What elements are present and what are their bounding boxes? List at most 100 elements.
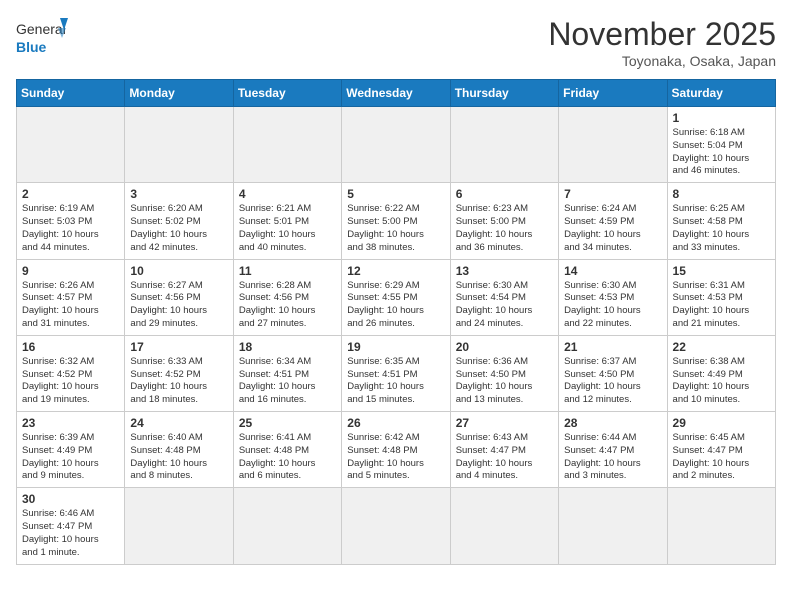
- day-number: 30: [22, 492, 119, 506]
- page-header: General Blue November 2025 Toyonaka, Osa…: [16, 16, 776, 69]
- day-number: 29: [673, 416, 770, 430]
- calendar-cell: [233, 488, 341, 564]
- day-info: Sunrise: 6:46 AM Sunset: 4:47 PM Dayligh…: [22, 508, 119, 559]
- calendar-week-3: 9 Sunrise: 6:26 AM Sunset: 4:57 PM Daylig…: [17, 259, 776, 335]
- day-number: 15: [673, 264, 770, 278]
- weekday-header-sunday: Sunday: [17, 80, 125, 107]
- calendar-cell: [667, 488, 775, 564]
- day-info: Sunrise: 6:32 AM Sunset: 4:52 PM Dayligh…: [22, 356, 119, 407]
- day-info: Sunrise: 6:45 AM Sunset: 4:47 PM Dayligh…: [673, 432, 770, 483]
- day-number: 25: [239, 416, 336, 430]
- title-block: November 2025 Toyonaka, Osaka, Japan: [548, 16, 776, 69]
- day-info: Sunrise: 6:40 AM Sunset: 4:48 PM Dayligh…: [130, 432, 227, 483]
- day-number: 4: [239, 187, 336, 201]
- day-info: Sunrise: 6:25 AM Sunset: 4:58 PM Dayligh…: [673, 203, 770, 254]
- calendar-week-1: 1 Sunrise: 6:18 AM Sunset: 5:04 PM Daylig…: [17, 107, 776, 183]
- calendar-cell: [233, 107, 341, 183]
- day-info: Sunrise: 6:44 AM Sunset: 4:47 PM Dayligh…: [564, 432, 661, 483]
- weekday-header-thursday: Thursday: [450, 80, 558, 107]
- day-info: Sunrise: 6:20 AM Sunset: 5:02 PM Dayligh…: [130, 203, 227, 254]
- calendar-cell: 26 Sunrise: 6:42 AM Sunset: 4:48 PM Dayli…: [342, 412, 450, 488]
- day-number: 24: [130, 416, 227, 430]
- calendar-cell: 19Sunrise: 6:35 AM Sunset: 4:51 PM Dayli…: [342, 335, 450, 411]
- calendar-cell: 30 Sunrise: 6:46 AM Sunset: 4:47 PM Dayli…: [17, 488, 125, 564]
- calendar-week-6: 30 Sunrise: 6:46 AM Sunset: 4:47 PM Dayli…: [17, 488, 776, 564]
- weekday-header-saturday: Saturday: [667, 80, 775, 107]
- calendar-cell: 4Sunrise: 6:21 AM Sunset: 5:01 PM Daylig…: [233, 183, 341, 259]
- day-info: Sunrise: 6:26 AM Sunset: 4:57 PM Dayligh…: [22, 280, 119, 331]
- calendar-cell: [559, 488, 667, 564]
- calendar-cell: 6 Sunrise: 6:23 AM Sunset: 5:00 PM Daylig…: [450, 183, 558, 259]
- day-info: Sunrise: 6:38 AM Sunset: 4:49 PM Dayligh…: [673, 356, 770, 407]
- day-number: 12: [347, 264, 444, 278]
- day-number: 9: [22, 264, 119, 278]
- day-number: 28: [564, 416, 661, 430]
- svg-text:General: General: [16, 21, 66, 37]
- calendar-cell: [125, 488, 233, 564]
- day-info: Sunrise: 6:43 AM Sunset: 4:47 PM Dayligh…: [456, 432, 553, 483]
- day-number: 21: [564, 340, 661, 354]
- day-number: 18: [239, 340, 336, 354]
- day-number: 14: [564, 264, 661, 278]
- day-info: Sunrise: 6:18 AM Sunset: 5:04 PM Dayligh…: [673, 127, 770, 178]
- day-number: 10: [130, 264, 227, 278]
- calendar-cell: 9 Sunrise: 6:26 AM Sunset: 4:57 PM Daylig…: [17, 259, 125, 335]
- calendar-cell: 28 Sunrise: 6:44 AM Sunset: 4:47 PM Dayli…: [559, 412, 667, 488]
- day-info: Sunrise: 6:22 AM Sunset: 5:00 PM Dayligh…: [347, 203, 444, 254]
- day-info: Sunrise: 6:39 AM Sunset: 4:49 PM Dayligh…: [22, 432, 119, 483]
- calendar-cell: [125, 107, 233, 183]
- day-number: 13: [456, 264, 553, 278]
- calendar-cell: [17, 107, 125, 183]
- calendar-week-4: 16Sunrise: 6:32 AM Sunset: 4:52 PM Dayli…: [17, 335, 776, 411]
- calendar-cell: 20Sunrise: 6:36 AM Sunset: 4:50 PM Dayli…: [450, 335, 558, 411]
- logo-svg: General Blue: [16, 16, 68, 60]
- day-info: Sunrise: 6:23 AM Sunset: 5:00 PM Dayligh…: [456, 203, 553, 254]
- calendar-cell: 15 Sunrise: 6:31 AM Sunset: 4:53 PM Dayli…: [667, 259, 775, 335]
- calendar-cell: 11 Sunrise: 6:28 AM Sunset: 4:56 PM Dayli…: [233, 259, 341, 335]
- day-number: 22: [673, 340, 770, 354]
- day-info: Sunrise: 6:31 AM Sunset: 4:53 PM Dayligh…: [673, 280, 770, 331]
- day-number: 6: [456, 187, 553, 201]
- day-number: 5: [347, 187, 444, 201]
- calendar-cell: 27 Sunrise: 6:43 AM Sunset: 4:47 PM Dayli…: [450, 412, 558, 488]
- day-number: 19: [347, 340, 444, 354]
- calendar-cell: 14Sunrise: 6:30 AM Sunset: 4:53 PM Dayli…: [559, 259, 667, 335]
- calendar-cell: 13 Sunrise: 6:30 AM Sunset: 4:54 PM Dayli…: [450, 259, 558, 335]
- day-info: Sunrise: 6:30 AM Sunset: 4:54 PM Dayligh…: [456, 280, 553, 331]
- calendar-cell: [342, 488, 450, 564]
- day-info: Sunrise: 6:42 AM Sunset: 4:48 PM Dayligh…: [347, 432, 444, 483]
- calendar-cell: 16Sunrise: 6:32 AM Sunset: 4:52 PM Dayli…: [17, 335, 125, 411]
- day-info: Sunrise: 6:28 AM Sunset: 4:56 PM Dayligh…: [239, 280, 336, 331]
- weekday-header-monday: Monday: [125, 80, 233, 107]
- day-number: 17: [130, 340, 227, 354]
- day-number: 11: [239, 264, 336, 278]
- calendar-cell: 24 Sunrise: 6:40 AM Sunset: 4:48 PM Dayli…: [125, 412, 233, 488]
- calendar-cell: 2Sunrise: 6:19 AM Sunset: 5:03 PM Daylig…: [17, 183, 125, 259]
- logo: General Blue: [16, 16, 68, 60]
- day-info: Sunrise: 6:24 AM Sunset: 4:59 PM Dayligh…: [564, 203, 661, 254]
- calendar-cell: [450, 107, 558, 183]
- day-info: Sunrise: 6:33 AM Sunset: 4:52 PM Dayligh…: [130, 356, 227, 407]
- calendar-week-2: 2Sunrise: 6:19 AM Sunset: 5:03 PM Daylig…: [17, 183, 776, 259]
- day-number: 7: [564, 187, 661, 201]
- calendar-cell: 5 Sunrise: 6:22 AM Sunset: 5:00 PM Daylig…: [342, 183, 450, 259]
- calendar-cell: 29 Sunrise: 6:45 AM Sunset: 4:47 PM Dayli…: [667, 412, 775, 488]
- day-info: Sunrise: 6:19 AM Sunset: 5:03 PM Dayligh…: [22, 203, 119, 254]
- calendar-table: SundayMondayTuesdayWednesdayThursdayFrid…: [16, 79, 776, 565]
- weekday-header-wednesday: Wednesday: [342, 80, 450, 107]
- day-number: 8: [673, 187, 770, 201]
- calendar-cell: 18 Sunrise: 6:34 AM Sunset: 4:51 PM Dayli…: [233, 335, 341, 411]
- calendar-title: November 2025: [548, 16, 776, 53]
- day-info: Sunrise: 6:34 AM Sunset: 4:51 PM Dayligh…: [239, 356, 336, 407]
- calendar-cell: [559, 107, 667, 183]
- calendar-cell: 22 Sunrise: 6:38 AM Sunset: 4:49 PM Dayli…: [667, 335, 775, 411]
- calendar-subtitle: Toyonaka, Osaka, Japan: [548, 53, 776, 69]
- day-number: 1: [673, 111, 770, 125]
- calendar-cell: 23Sunrise: 6:39 AM Sunset: 4:49 PM Dayli…: [17, 412, 125, 488]
- calendar-cell: [450, 488, 558, 564]
- day-number: 26: [347, 416, 444, 430]
- day-info: Sunrise: 6:36 AM Sunset: 4:50 PM Dayligh…: [456, 356, 553, 407]
- day-number: 27: [456, 416, 553, 430]
- calendar-cell: 3 Sunrise: 6:20 AM Sunset: 5:02 PM Daylig…: [125, 183, 233, 259]
- day-number: 3: [130, 187, 227, 201]
